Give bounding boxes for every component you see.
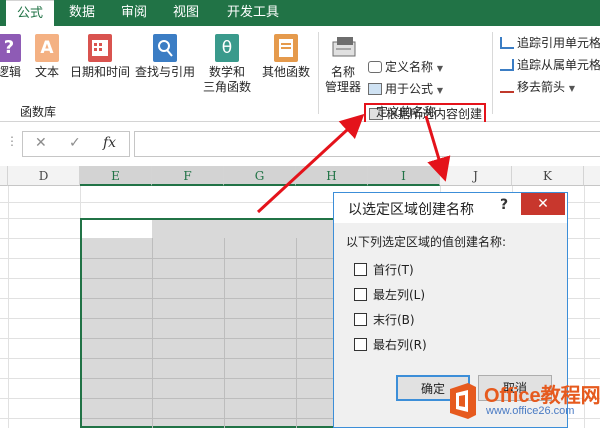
active-cell[interactable] bbox=[82, 220, 152, 238]
dialog-title: 以选定区域创建名称 bbox=[348, 202, 474, 218]
more-options-icon[interactable]: ⋮ bbox=[6, 134, 18, 148]
tab-view[interactable]: 视图 bbox=[166, 0, 206, 26]
math-button[interactable]: θ 数学和 三角函数 bbox=[200, 34, 254, 95]
ribbon: ? 逻辑 A 文本 日期和时间 查找与引用 θ 数学和 三角函数 其他函数 函数… bbox=[0, 26, 600, 125]
checkbox-icon[interactable] bbox=[354, 338, 367, 351]
trace-precedents-icon bbox=[500, 37, 514, 49]
lookup-button[interactable]: 查找与引用 bbox=[134, 34, 196, 80]
define-name-button[interactable]: 定义名称 ▼ bbox=[368, 58, 443, 76]
datetime-icon bbox=[88, 34, 112, 62]
text-button[interactable]: A 文本 bbox=[32, 34, 62, 80]
remove-arrows-button[interactable]: 移去箭头 ▼ bbox=[500, 78, 575, 96]
more-functions-button[interactable]: 其他函数 bbox=[258, 34, 314, 80]
formula-input[interactable] bbox=[134, 131, 600, 157]
checkbox-right-column[interactable]: 最右列(R) bbox=[354, 337, 427, 353]
checkbox-icon[interactable] bbox=[354, 263, 367, 276]
lookup-icon bbox=[153, 34, 177, 62]
column-header-h[interactable]: H bbox=[296, 166, 368, 186]
datetime-button[interactable]: 日期和时间 bbox=[68, 34, 132, 80]
name-manager-icon bbox=[331, 34, 356, 62]
name-manager-button[interactable]: 名称 管理器 bbox=[322, 34, 364, 95]
gridline bbox=[224, 238, 225, 428]
tab-review[interactable]: 审阅 bbox=[114, 0, 154, 26]
ribbon-separator bbox=[318, 32, 319, 114]
trace-dependents-icon bbox=[500, 59, 514, 71]
gridline bbox=[152, 238, 153, 428]
tab-data[interactable]: 数据 bbox=[62, 0, 102, 26]
trace-dependents-button[interactable]: 追踪从属单元格 bbox=[500, 56, 600, 74]
trace-precedents-button[interactable]: 追踪引用单元格 bbox=[500, 34, 600, 52]
more-functions-icon bbox=[274, 34, 298, 62]
close-button[interactable]: ✕ bbox=[521, 193, 565, 215]
watermark-brand: Office教程网 bbox=[484, 385, 600, 407]
chevron-down-icon: ▼ bbox=[436, 86, 443, 95]
defined-names-group-label: 定义的名称 bbox=[376, 105, 437, 119]
formula-buttons: ✕ ✓ fx bbox=[22, 131, 130, 157]
office-logo bbox=[450, 383, 476, 419]
function-library-group-label: 函数库 bbox=[20, 105, 57, 119]
ribbon-tab-bar: 公式 数据 审阅 视图 开发工具 bbox=[0, 0, 600, 26]
remove-arrows-icon bbox=[500, 81, 514, 93]
enter-icon[interactable]: ✓ bbox=[69, 135, 81, 151]
formula-bar: ⋮ ✕ ✓ fx bbox=[0, 122, 600, 166]
text-icon: A bbox=[35, 34, 59, 62]
help-icon[interactable]: ? bbox=[500, 197, 508, 213]
formula-icon bbox=[368, 83, 382, 95]
insert-function-icon[interactable]: fx bbox=[103, 135, 116, 151]
watermark: Office教程网 www.office26.com bbox=[440, 377, 600, 428]
column-header-j[interactable]: J bbox=[440, 166, 512, 186]
column-header-g[interactable]: G bbox=[224, 166, 296, 186]
watermark-url: www.office26.com bbox=[486, 405, 575, 417]
logic-icon: ? bbox=[0, 34, 21, 62]
column-header-e[interactable]: E bbox=[80, 166, 152, 186]
checkbox-left-column[interactable]: 最左列(L) bbox=[354, 287, 425, 303]
dialog-title-bar: 以选定区域创建名称 ? ✕ bbox=[334, 193, 567, 223]
tag-icon bbox=[368, 61, 382, 73]
checkbox-bottom-row[interactable]: 末行(B) bbox=[354, 312, 415, 328]
gridline bbox=[296, 238, 297, 428]
logic-button[interactable]: ? 逻辑 bbox=[0, 34, 26, 80]
column-header-k[interactable]: K bbox=[512, 166, 584, 186]
column-header-d[interactable]: D bbox=[8, 166, 80, 186]
checkbox-icon[interactable] bbox=[354, 313, 367, 326]
chevron-down-icon: ▼ bbox=[436, 64, 443, 73]
tab-formulas[interactable]: 公式 bbox=[6, 0, 54, 26]
math-icon: θ bbox=[215, 34, 239, 62]
use-in-formula-button[interactable]: 用于公式 ▼ bbox=[368, 80, 443, 98]
column-header-partial bbox=[584, 166, 600, 186]
cancel-icon[interactable]: ✕ bbox=[35, 135, 47, 151]
tab-developer[interactable]: 开发工具 bbox=[222, 0, 284, 26]
chevron-down-icon: ▼ bbox=[568, 84, 575, 93]
checkbox-top-row[interactable]: 首行(T) bbox=[354, 262, 414, 278]
column-header-f[interactable]: F bbox=[152, 166, 224, 186]
ribbon-separator bbox=[492, 32, 493, 114]
checkbox-icon[interactable] bbox=[354, 288, 367, 301]
column-header-partial bbox=[0, 166, 8, 186]
dialog-prompt: 以下列选定区域的值创建名称: bbox=[346, 235, 507, 249]
column-header-i[interactable]: I bbox=[368, 166, 440, 186]
gridline bbox=[8, 186, 9, 428]
